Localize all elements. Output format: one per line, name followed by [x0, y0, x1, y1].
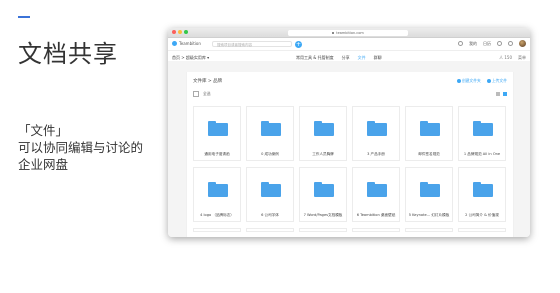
folder-card[interactable]: 1 品牌规范 All in One: [458, 106, 506, 161]
folder-name: 1 品牌规范 All in One: [463, 152, 501, 156]
settings-icon[interactable]: [508, 41, 513, 46]
folder-icon: [473, 121, 493, 136]
folder-icon: [314, 182, 334, 197]
folder-name: 4 logo （品牌标志）: [200, 213, 234, 217]
subtitle-line: 可以协同编辑与讨论的: [18, 140, 144, 155]
folder-card[interactable]: 2 公司简介 & 价值观: [458, 167, 506, 222]
folder-name: 6 Teambition 桌面壁纸: [356, 213, 396, 217]
minimize-window-button[interactable]: [178, 30, 182, 34]
folder-card[interactable]: [193, 228, 241, 232]
folder-name: 7 Word/Pages文档模板: [303, 213, 343, 217]
create-folder-button[interactable]: 创建文件夹: [456, 78, 481, 84]
folder-card[interactable]: [352, 228, 400, 232]
folder-grid: 通用电子邀请函 0 成功案例 工作人员胸牌 3 产品手册 邮件签名规范 1 品牌…: [193, 106, 507, 232]
folder-name: 0 成功案例: [261, 152, 279, 156]
create-folder-icon: [456, 79, 461, 83]
address-bar[interactable]: teambition.com: [288, 29, 408, 36]
my-tasks-link[interactable]: 我的: [469, 41, 477, 47]
help-icon[interactable]: [458, 41, 463, 46]
folder-card[interactable]: [246, 228, 294, 232]
folder-icon: [314, 121, 334, 136]
folder-icon: [473, 182, 493, 197]
folder-name: 通用电子邀请函: [204, 152, 230, 156]
list-view-icon[interactable]: [496, 92, 500, 96]
slide-subtitle: 「文件」 可以协同编辑与讨论的 企业网盘: [18, 122, 143, 173]
folder-card[interactable]: [299, 228, 347, 232]
folder-card[interactable]: 0 成功案例: [246, 106, 294, 161]
folder-icon: [367, 121, 387, 136]
folder-name: 工作人员胸牌: [312, 152, 334, 156]
subtitle-line: 企业网盘: [18, 157, 69, 172]
folder-name: 2 公司简介 & 价值观: [465, 213, 499, 217]
folder-icon: [420, 182, 440, 197]
folder-icon: [261, 182, 281, 197]
folder-card[interactable]: 邮件签名规范: [405, 106, 453, 161]
folder-card[interactable]: [458, 228, 506, 232]
teambition-logo-icon: [172, 41, 177, 46]
lock-icon: [332, 31, 335, 34]
folder-name: 邮件签名规范: [418, 152, 440, 156]
folder-card[interactable]: 6 Teambition 桌面壁纸: [352, 167, 400, 222]
title-accent-line: [18, 16, 30, 18]
folder-card[interactable]: 7 Word/Pages文档模板: [299, 167, 347, 222]
upload-icon: [486, 79, 491, 83]
file-path-breadcrumb[interactable]: 文件库 > 品牌: [193, 78, 222, 84]
url-text: teambition.com: [336, 30, 364, 35]
file-library-panel: 文件库 > 品牌 创建文件夹 上传文件 全选 通用电子邀请函 0 成功案例 工作…: [186, 72, 514, 237]
grid-view-icon[interactable]: [503, 92, 507, 96]
select-all-label: 全选: [203, 91, 211, 96]
close-window-button[interactable]: [172, 30, 176, 34]
add-button[interactable]: +: [295, 40, 302, 48]
select-all-checkbox[interactable]: [193, 91, 199, 97]
calendar-link[interactable]: 日历: [483, 41, 491, 47]
subtitle-line: 「文件」: [18, 123, 69, 138]
browser-window: teambition.com Teambition 搜索项目或者搜索内容 + 我…: [168, 28, 530, 237]
app-name: Teambition: [179, 41, 201, 46]
folder-card[interactable]: [405, 228, 453, 232]
app-logo[interactable]: Teambition: [172, 41, 201, 46]
folder-card[interactable]: 工作人员胸牌: [299, 106, 347, 161]
folder-name: 6 公司字体: [261, 213, 279, 217]
folder-icon: [208, 182, 228, 197]
folder-name: 5 Keynote... 幻灯片模板: [408, 213, 450, 217]
folder-card[interactable]: 6 公司字体: [246, 167, 294, 222]
avatar[interactable]: [519, 40, 526, 47]
folder-card[interactable]: 通用电子邀请函: [193, 106, 241, 161]
folder-card[interactable]: 5 Keynote... 幻灯片模板: [405, 167, 453, 222]
folder-icon: [420, 121, 440, 136]
folder-card[interactable]: 4 logo （品牌标志）: [193, 167, 241, 222]
notification-bell-icon[interactable]: [497, 41, 502, 46]
upload-file-button[interactable]: 上传文件: [486, 78, 507, 84]
folder-icon: [367, 182, 387, 197]
app-header: Teambition 搜索项目或者搜索内容 + 我的 日历: [168, 38, 530, 51]
browser-titlebar: teambition.com: [168, 28, 530, 38]
maximize-window-button[interactable]: [184, 30, 188, 34]
selection-bar: 全选: [193, 91, 507, 99]
search-input[interactable]: 搜索项目或者搜索内容: [212, 40, 292, 47]
folder-name: 3 产品手册: [367, 152, 385, 156]
folder-card[interactable]: 3 产品手册: [352, 106, 400, 161]
slide-title: 文档共享: [18, 40, 118, 68]
folder-icon: [208, 121, 228, 136]
folder-icon: [261, 121, 281, 136]
